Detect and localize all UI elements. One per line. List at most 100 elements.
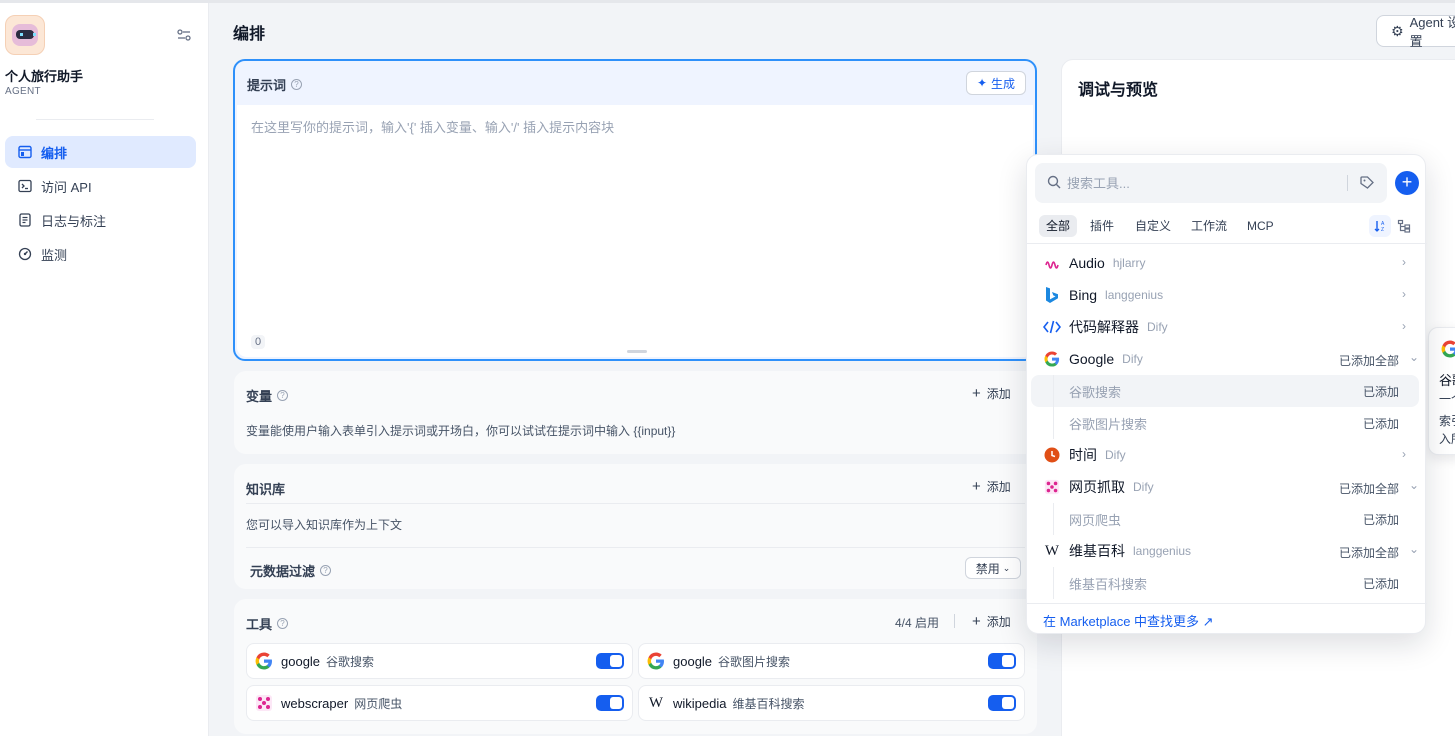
provider-row[interactable]: 网页抓取 Dify 已添加全部 ⌄: [1027, 471, 1427, 503]
tool-provider: google: [281, 653, 321, 669]
tool-name: 网页爬虫: [354, 696, 403, 711]
tool-toggle[interactable]: [988, 695, 1016, 711]
provider-name: Bing: [1069, 287, 1098, 303]
provider-author: Dify: [1105, 448, 1126, 462]
sidebar-item-label: 监测: [41, 247, 68, 263]
sidebar-item-orchestrate[interactable]: 编排: [5, 136, 196, 168]
subtool-status: 已添加: [1363, 577, 1400, 591]
variables-description: 变量能使用户输入表单引入提示词或开场白，你可以试试在提示词中输入 {{input…: [246, 424, 676, 438]
tag-icon[interactable]: [1359, 175, 1375, 191]
tooltip-title: 谷歌: [1439, 373, 1455, 388]
tools-panel: 工具 ? 4/4 启用 + 添加 google 谷歌搜索 google 谷歌图片…: [234, 599, 1037, 734]
marketplace-link[interactable]: 在 Marketplace 中查找更多 ↗: [1043, 611, 1214, 630]
subtool-row[interactable]: 谷歌搜索 已添加: [1031, 375, 1419, 407]
subtool-status: 已添加: [1363, 417, 1400, 431]
tab-mcp[interactable]: MCP: [1240, 215, 1281, 237]
provider-status: 已添加全部: [1339, 546, 1400, 560]
sidebar: 个人旅行助手 AGENT 编排 访问 API 日志与标注 监测: [0, 3, 209, 736]
add-variable-button[interactable]: + 添加: [972, 385, 1011, 402]
chevron-down-icon: ⌄: [1409, 542, 1420, 556]
generate-button[interactable]: ✦ 生成: [966, 71, 1026, 95]
tab-custom[interactable]: 自定义: [1128, 215, 1178, 237]
help-icon[interactable]: ?: [277, 390, 289, 401]
tooltip-text: 索引: [1439, 414, 1455, 428]
metadata-filter-header: 元数据过滤 ?: [250, 561, 332, 580]
add-tool-button[interactable]: + 添加: [972, 613, 1011, 630]
tool-card[interactable]: webscraper 网页爬虫: [246, 685, 633, 721]
search-input[interactable]: [1067, 173, 1337, 193]
tree-view-icon[interactable]: [1393, 215, 1415, 237]
search-icon: [1047, 175, 1061, 189]
provider-name: Audio: [1069, 255, 1105, 271]
chevron-down-icon: ⌄: [1409, 478, 1420, 492]
prompt-title: 提示词: [247, 78, 287, 93]
add-label: 添加: [986, 480, 1011, 494]
prompt-header: 提示词 ?: [247, 75, 303, 94]
provider-row[interactable]: Google Dify 已添加全部 ⌄: [1027, 343, 1427, 375]
subtool-row[interactable]: 网页爬虫 已添加: [1031, 503, 1419, 535]
knowledge-panel: 知识库 + 添加 您可以导入知识库作为上下文 元数据过滤 ? 禁用 ⌄: [234, 464, 1037, 589]
debug-title: 调试与预览: [1078, 82, 1159, 99]
add-knowledge-button[interactable]: + 添加: [972, 478, 1011, 495]
sidebar-item-logs[interactable]: 日志与标注: [5, 204, 196, 236]
tool-toggle[interactable]: [596, 653, 624, 669]
tool-picker-popup: + 全部 插件 自定义 工作流 MCP AZ Audio hjlarry › B…: [1026, 154, 1427, 634]
tool-toggle[interactable]: [596, 695, 624, 711]
metadata-filter-select[interactable]: 禁用 ⌄: [965, 557, 1021, 579]
tab-all[interactable]: 全部: [1039, 215, 1078, 237]
divider: [1027, 243, 1427, 244]
provider-row[interactable]: W 维基百科 langgenius 已添加全部 ⌄: [1027, 535, 1427, 567]
audio-icon: [1043, 254, 1061, 272]
add-tool-circle-button[interactable]: +: [1395, 171, 1419, 195]
tool-toggle[interactable]: [988, 653, 1016, 669]
sort-icon[interactable]: AZ: [1369, 215, 1391, 237]
subtool-row[interactable]: 谷歌图片搜索 已添加: [1031, 407, 1419, 439]
tab-workflow[interactable]: 工作流: [1184, 215, 1234, 237]
prompt-input[interactable]: 在这里写你的提示词，输入'{' 插入变量、输入'/' 插入提示内容块 0: [237, 105, 1033, 357]
prompt-placeholder: 在这里写你的提示词，输入'{' 插入变量、输入'/' 插入提示内容块: [251, 120, 615, 135]
top-border: [0, 0, 1455, 3]
provider-author: Dify: [1122, 352, 1143, 366]
provider-author: langgenius: [1133, 544, 1192, 558]
provider-name: 维基百科: [1069, 543, 1125, 559]
provider-row[interactable]: Bing langgenius ›: [1027, 279, 1427, 311]
tool-card[interactable]: google 谷歌图片搜索: [638, 643, 1025, 679]
provider-row[interactable]: 时间 Dify ›: [1027, 439, 1427, 471]
tool-tooltip-card: 谷歌 一个 索引 入所: [1428, 327, 1455, 455]
search-box: [1035, 163, 1387, 203]
collapse-sidebar-icon[interactable]: [176, 27, 192, 43]
tool-name: 维基百科搜索: [732, 696, 805, 711]
sidebar-item-monitor[interactable]: 监测: [5, 238, 196, 270]
add-label: 添加: [986, 387, 1011, 401]
tooltip-text: 入所: [1439, 432, 1455, 446]
provider-row[interactable]: 代码解释器 Dify ›: [1027, 311, 1427, 343]
bing-icon: [1043, 286, 1061, 304]
google-icon: [1441, 340, 1455, 358]
resize-handle[interactable]: [627, 350, 647, 353]
plus-icon: +: [972, 613, 981, 630]
app-type: AGENT: [5, 86, 41, 97]
tool-provider: wikipedia: [673, 695, 727, 711]
wikipedia-icon: W: [1044, 542, 1060, 559]
tools-enabled-count: 4/4 启用: [895, 616, 940, 630]
provider-name: 代码解释器: [1069, 319, 1139, 335]
clock-icon: [1043, 446, 1061, 464]
help-icon[interactable]: ?: [320, 565, 332, 576]
app-avatar[interactable]: [5, 15, 45, 55]
sidebar-divider: [36, 119, 154, 120]
subtool-row[interactable]: 维基百科搜索 已添加: [1031, 567, 1419, 599]
webscraper-icon: [256, 695, 272, 711]
metadata-filter-value: 禁用: [975, 561, 1000, 576]
tab-plugins[interactable]: 插件: [1083, 215, 1121, 237]
tool-card[interactable]: google 谷歌搜索: [246, 643, 633, 679]
provider-row[interactable]: Audio hjlarry ›: [1027, 247, 1427, 279]
tree-line: [1053, 567, 1054, 599]
variables-title: 变量: [246, 389, 273, 404]
google-icon: [255, 652, 272, 670]
help-icon[interactable]: ?: [291, 79, 303, 90]
provider-author: langgenius: [1105, 288, 1164, 302]
agent-settings-button[interactable]: ⚙ Agent 设置: [1376, 15, 1455, 49]
help-icon[interactable]: ?: [277, 618, 289, 629]
tool-card[interactable]: W wikipedia 维基百科搜索: [638, 685, 1025, 721]
sidebar-item-api[interactable]: 访问 API: [5, 170, 196, 202]
